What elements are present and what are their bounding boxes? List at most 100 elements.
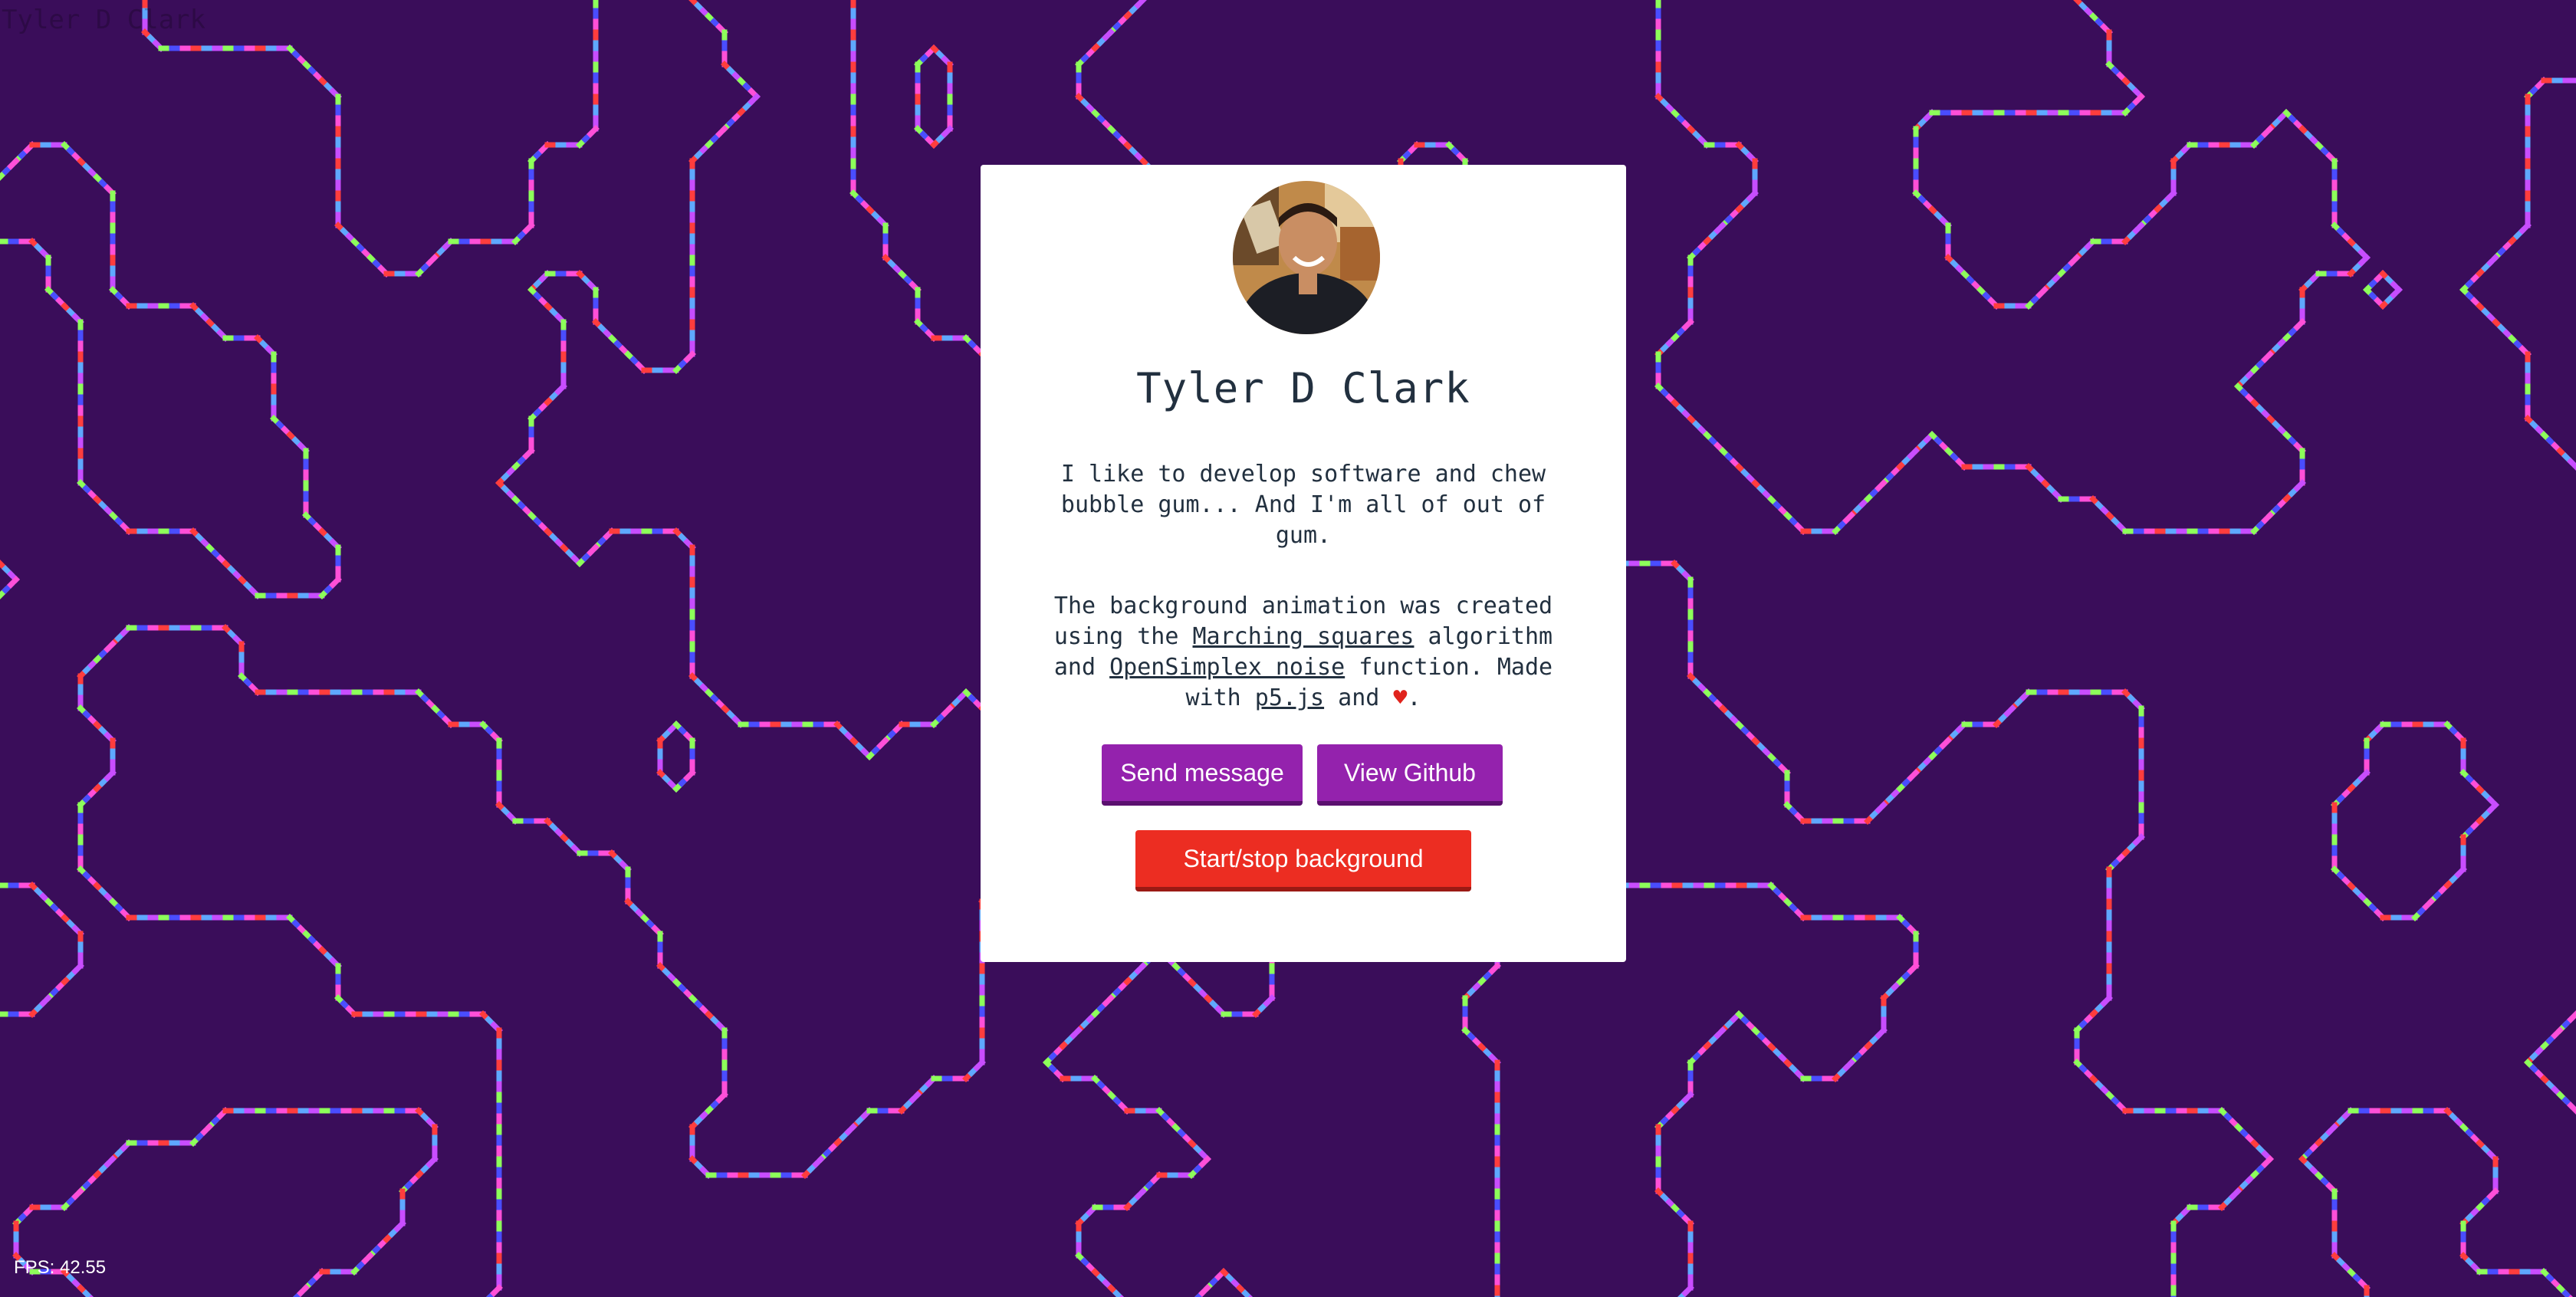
contour-segment — [104, 769, 117, 782]
contour-segment — [104, 640, 117, 653]
contour-segment — [2325, 1123, 2338, 1136]
profile-photo-icon — [1233, 181, 1380, 334]
contour-segment — [1842, 1059, 1855, 1072]
contour-segment — [715, 125, 728, 138]
contour-segment — [941, 704, 954, 717]
contour-segment — [200, 1123, 213, 1136]
contour-segment — [2486, 254, 2499, 267]
contour-segment — [1681, 1091, 1694, 1104]
contour-segment — [426, 254, 439, 267]
contour-segment — [1714, 1026, 1727, 1039]
contour-segment — [2567, 1102, 2576, 1115]
contour-segment — [683, 350, 696, 363]
contour-segment — [683, 769, 696, 782]
contour-segment — [2551, 1026, 2564, 1039]
contour-segment — [393, 1220, 406, 1233]
contour-segment — [1070, 1026, 1083, 1039]
page-root: Tyler D Clark Tyler D Clark I like to de… — [0, 0, 2576, 1297]
contour-segment — [329, 576, 342, 589]
contour-segment — [7, 576, 20, 589]
profile-card: Tyler D Clark I like to develop software… — [981, 165, 1626, 962]
contour-segment — [522, 447, 535, 460]
contour-segment — [2486, 1187, 2499, 1200]
contour-segment — [844, 1123, 857, 1136]
contour-segment — [2261, 1155, 2274, 1168]
contour-segment — [2358, 769, 2371, 782]
send-message-button[interactable]: Send message — [1102, 744, 1303, 806]
contour-segment — [2100, 994, 2113, 1007]
contour-segment — [1198, 1284, 1211, 1297]
contour-segment — [2454, 865, 2467, 878]
contour-segment — [1907, 447, 1920, 460]
contour-segment — [2261, 511, 2274, 524]
contour-segment — [2261, 350, 2274, 363]
contour-segment — [1488, 962, 1501, 975]
bio-text: I like to develop software and chew bubb… — [1060, 461, 1546, 549]
contour-segment — [1907, 962, 1920, 975]
contour-segment — [715, 1091, 728, 1104]
contour-segment — [554, 383, 567, 396]
contour-segment — [71, 1187, 84, 1200]
contour-segment — [71, 962, 84, 975]
contour-segment — [2518, 222, 2532, 235]
contour-segment — [2132, 222, 2145, 235]
contour-segment — [2422, 898, 2435, 911]
about-end: . — [1407, 685, 1421, 711]
contour-segment — [490, 1284, 503, 1297]
contour-segment — [2132, 93, 2145, 106]
profile-name: Tyler D Clark — [1136, 364, 1470, 412]
contour-segment — [876, 737, 889, 750]
avatar — [1233, 181, 1380, 334]
contour-segment — [2358, 254, 2371, 267]
contour-segment — [426, 1155, 439, 1168]
contour-segment — [2036, 286, 2049, 299]
p5js-link[interactable]: p5.js — [1255, 685, 1324, 711]
contour-segment — [1102, 994, 1115, 1007]
contour-segment — [2003, 704, 2016, 717]
contour-segment — [586, 125, 600, 138]
contour-segment — [1875, 479, 1888, 492]
contour-segment — [2068, 254, 2081, 267]
contour-segment — [1102, 28, 1115, 41]
contour-segment — [1842, 511, 1855, 524]
opensimplex-noise-link[interactable]: OpenSimplex noise — [1109, 654, 1345, 681]
contour-segment — [1134, 0, 1147, 9]
start-stop-background-button[interactable]: Start/stop background — [1135, 830, 1471, 891]
contour-segment — [39, 994, 52, 1007]
contour-segment — [104, 1155, 117, 1168]
contour-segment — [361, 1252, 374, 1265]
contour-segment — [522, 222, 535, 235]
contour-segment — [1681, 318, 1694, 331]
contour-segment — [2229, 1187, 2242, 1200]
contour-segment — [7, 157, 20, 170]
contour-segment — [1746, 189, 1759, 202]
contour-segment — [2164, 189, 2177, 202]
contour-segment — [1875, 801, 1888, 814]
contour-segment — [1907, 769, 1920, 782]
heart-icon: ♥ — [1393, 685, 1408, 711]
contour-segment — [941, 125, 954, 138]
contour-segment — [297, 1284, 310, 1297]
contour-segment — [909, 1091, 922, 1104]
contour-segment — [973, 1059, 986, 1072]
contour-segment — [1263, 994, 1276, 1007]
corner-site-title: Tyler D Clark — [2, 5, 206, 35]
fps-counter: FPS: 42.55 — [14, 1257, 107, 1278]
contour-segment — [2567, 1010, 2576, 1023]
contour-segment — [1134, 1187, 1147, 1200]
view-github-button[interactable]: View Github — [1317, 744, 1503, 806]
contour-segment — [1198, 1155, 1211, 1168]
contour-segment — [2390, 286, 2403, 299]
contour-segment — [2486, 801, 2499, 814]
contour-segment — [586, 543, 600, 557]
contour-segment — [2261, 125, 2274, 138]
contour-segment — [1875, 1026, 1888, 1039]
contour-segment — [1939, 737, 1952, 750]
contour-segment — [812, 1155, 825, 1168]
marching-squares-link[interactable]: Marching squares — [1193, 623, 1414, 650]
contour-segment — [1134, 962, 1147, 975]
contour-segment — [748, 93, 761, 106]
contour-segment — [1681, 1284, 1694, 1297]
contour-segment — [2567, 458, 2576, 471]
contour-segment — [2293, 318, 2306, 331]
